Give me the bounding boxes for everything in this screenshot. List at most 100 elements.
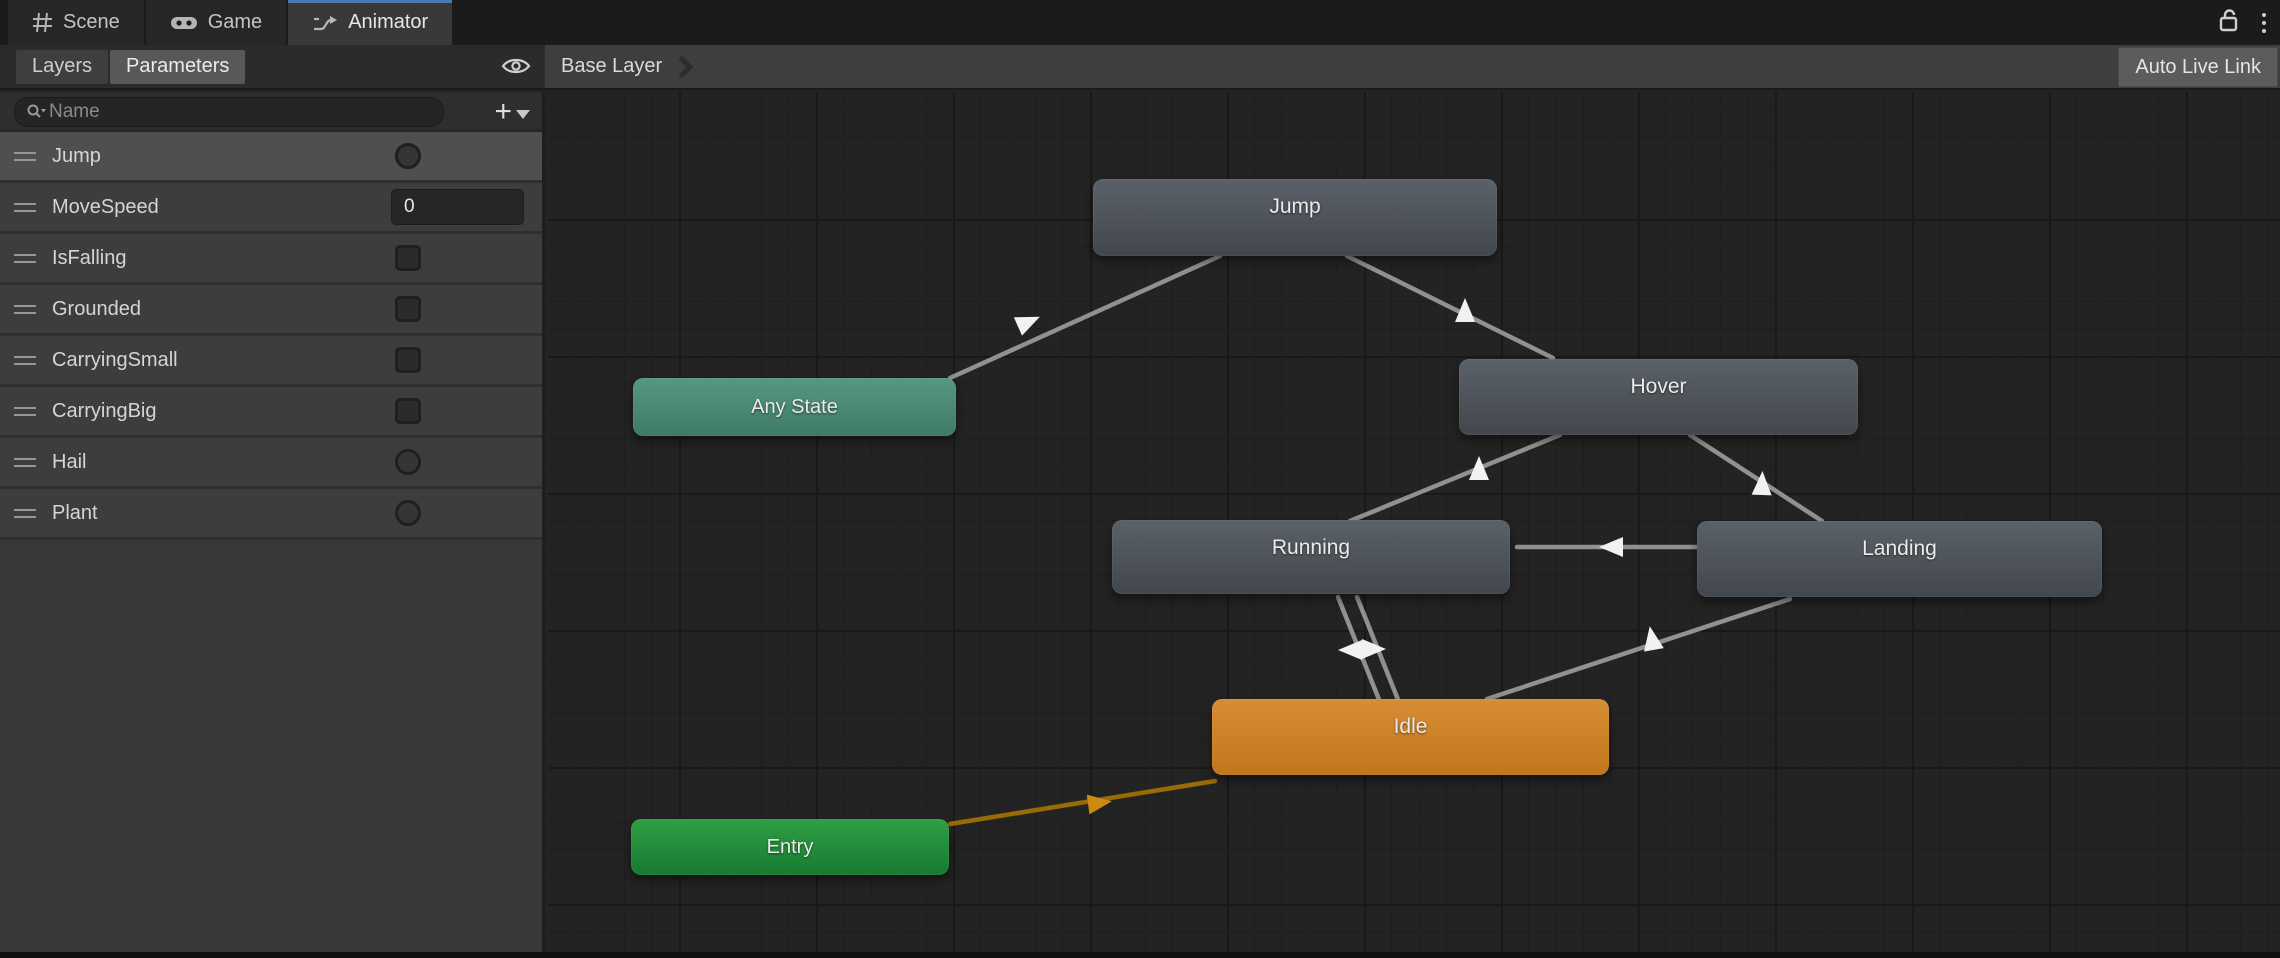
drag-handle-icon[interactable] (14, 305, 36, 314)
eye-icon[interactable] (501, 55, 531, 82)
scene-grid-icon (32, 12, 53, 33)
state-node-running[interactable]: Running (1112, 520, 1510, 594)
state-label: Any State (751, 396, 838, 419)
drag-handle-icon[interactable] (14, 254, 36, 263)
tab-strip: Scene Game Animator (0, 0, 2280, 45)
unlock-icon[interactable] (2218, 8, 2240, 37)
state-node-jump[interactable]: Jump (1093, 179, 1497, 256)
bool-checkbox[interactable] (395, 347, 421, 373)
animator-toolbar: Layers Parameters Base Layer Auto Live L… (0, 45, 2280, 90)
transition-arrowhead-icon[interactable] (1338, 640, 1362, 660)
parameter-name: Plant (52, 502, 98, 525)
parameter-name: Grounded (52, 298, 141, 321)
parameter-search-row: + (0, 92, 542, 132)
tab-label: Game (208, 11, 262, 34)
state-node-idle[interactable]: Idle (1212, 699, 1609, 775)
transition-arrowhead-icon[interactable] (1599, 537, 1623, 557)
state-label: Entry (767, 836, 814, 859)
state-label: Hover (1459, 375, 1858, 399)
transition-hover-to-jump[interactable] (1347, 256, 1553, 358)
parameter-control (391, 489, 524, 537)
parameter-row-carryingbig[interactable]: CarryingBig (0, 387, 542, 438)
transition-arrowhead-icon[interactable] (1469, 456, 1489, 480)
window-controls (2218, 0, 2270, 45)
state-label: Running (1112, 536, 1510, 560)
parameters-panel: + Jump MoveSpeed IsFalling Grounded Carrying… (0, 92, 545, 952)
parameter-control (391, 336, 524, 384)
trigger-radio[interactable] (395, 143, 421, 169)
parameter-name: MoveSpeed (52, 196, 159, 219)
parameter-list: Jump MoveSpeed IsFalling Grounded CarryingSm… (0, 132, 542, 540)
parameter-control (391, 285, 524, 333)
transition-entry-to-idle[interactable] (950, 781, 1215, 824)
drag-handle-icon[interactable] (14, 509, 36, 518)
plus-icon: + (494, 97, 512, 127)
parameter-name: Jump (52, 145, 101, 168)
search-input[interactable] (47, 100, 433, 124)
transition-running-to-hover[interactable] (1350, 435, 1560, 521)
tab-layers[interactable]: Layers (16, 50, 108, 84)
tab-animator[interactable]: Animator (288, 0, 452, 45)
tab-label: Animator (348, 11, 428, 34)
parameter-control (391, 234, 524, 282)
transition-arrowhead-icon[interactable] (1752, 471, 1773, 496)
state-label: Landing (1697, 537, 2102, 561)
parameter-row-isfalling[interactable]: IsFalling (0, 234, 542, 285)
panel-toolbar: Layers Parameters (0, 45, 545, 88)
bool-checkbox[interactable] (395, 398, 421, 424)
gamepad-icon (170, 14, 198, 32)
parameter-control (391, 387, 524, 435)
state-machine-canvas[interactable]: Jump Hover Running Landing Idle Any State Entr… (548, 92, 2280, 952)
state-label: Idle (1212, 715, 1609, 739)
animator-icon (312, 13, 338, 33)
tab-scene[interactable]: Scene (8, 0, 144, 45)
search-field[interactable] (14, 97, 444, 127)
transition-arrowhead-icon[interactable] (1087, 791, 1114, 814)
trigger-radio[interactable] (395, 449, 421, 475)
auto-live-link-button[interactable]: Auto Live Link (2118, 47, 2278, 87)
bool-checkbox[interactable] (395, 296, 421, 322)
search-icon (25, 103, 47, 121)
state-node-entry[interactable]: Entry (631, 819, 949, 875)
layer-breadcrumb-bar: Base Layer Auto Live Link (545, 45, 2280, 88)
parameter-row-grounded[interactable]: Grounded (0, 285, 542, 336)
parameter-name: Hail (52, 451, 86, 474)
drag-handle-icon[interactable] (14, 203, 36, 212)
transition-any-state-to-jump[interactable] (950, 256, 1220, 378)
parameter-control (391, 132, 524, 180)
parameter-name: CarryingSmall (52, 349, 178, 372)
parameter-row-jump[interactable]: Jump (0, 132, 542, 183)
breadcrumb[interactable]: Base Layer (561, 55, 662, 78)
add-parameter-button[interactable]: + (494, 92, 530, 132)
parameter-row-hail[interactable]: Hail (0, 438, 542, 489)
drag-handle-icon[interactable] (14, 356, 36, 365)
parameter-name: IsFalling (52, 247, 126, 270)
float-value-field[interactable] (391, 189, 524, 225)
kebab-menu-icon[interactable] (2258, 9, 2270, 37)
state-node-hover[interactable]: Hover (1459, 359, 1858, 435)
animator-window: Scene Game Animator Layers Parameters (0, 0, 2280, 958)
transition-arrowhead-icon[interactable] (1014, 308, 1044, 336)
parameter-row-movespeed[interactable]: MoveSpeed (0, 183, 542, 234)
drag-handle-icon[interactable] (14, 458, 36, 467)
parameter-row-carryingsmall[interactable]: CarryingSmall (0, 336, 542, 387)
drag-handle-icon[interactable] (14, 152, 36, 161)
panel-tab-switch: Layers Parameters (16, 50, 245, 84)
transition-idle-to-landing[interactable] (1487, 599, 1790, 699)
tab-game[interactable]: Game (146, 0, 286, 45)
state-node-landing[interactable]: Landing (1697, 521, 2102, 597)
breadcrumb-chevron-icon (671, 55, 694, 78)
state-label: Jump (1093, 195, 1497, 219)
tab-parameters[interactable]: Parameters (110, 50, 245, 84)
parameter-name: CarryingBig (52, 400, 156, 423)
drag-handle-icon[interactable] (14, 407, 36, 416)
state-node-any-state[interactable]: Any State (633, 378, 956, 436)
trigger-radio[interactable] (395, 500, 421, 526)
bool-checkbox[interactable] (395, 245, 421, 271)
chevron-down-icon (516, 110, 530, 119)
transition-landing-to-hover[interactable] (1690, 435, 1822, 521)
tab-label: Scene (63, 11, 120, 34)
window-bottom-edge (0, 952, 2280, 958)
parameter-control (391, 183, 524, 231)
parameter-row-plant[interactable]: Plant (0, 489, 542, 540)
